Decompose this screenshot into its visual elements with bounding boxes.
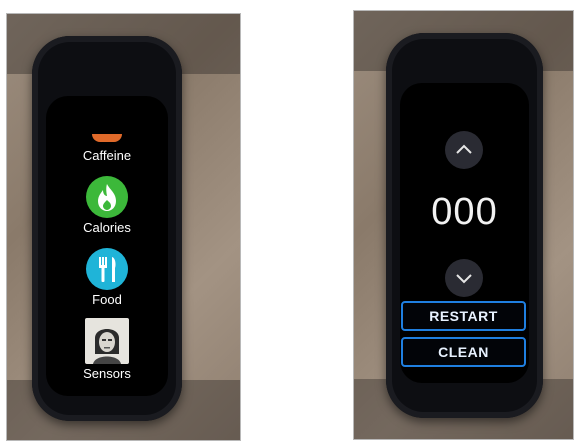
app-label-food: Food [92, 292, 122, 307]
restart-button[interactable]: RESTART [401, 301, 526, 331]
app-item-food[interactable]: Food [46, 248, 168, 308]
app-item-sensors[interactable]: Sensors [46, 318, 168, 382]
clean-button[interactable]: CLEAN [401, 337, 526, 367]
right-watch-body: 000 RESTART CLEAN [386, 33, 543, 418]
decrement-button[interactable] [445, 259, 483, 297]
fork-knife-icon [86, 248, 128, 290]
left-watch-body: Caffeine Calories Food Sensors [32, 36, 182, 421]
counter-value: 000 [431, 191, 498, 233]
chevron-down-icon [456, 274, 472, 284]
app-label-calories: Calories [83, 220, 131, 235]
increment-button[interactable] [445, 131, 483, 169]
sensors-portrait-icon [85, 318, 129, 364]
app-item-calories[interactable]: Calories [46, 176, 168, 236]
app-item-caffeine[interactable]: Caffeine [46, 134, 168, 164]
app-label-caffeine: Caffeine [82, 148, 132, 163]
chevron-up-icon [456, 144, 472, 154]
left-watch-photo: Caffeine Calories Food Sensors [6, 13, 241, 441]
counter-screen: 000 RESTART CLEAN [400, 83, 529, 383]
app-list-screen: Caffeine Calories Food Sensors [46, 96, 168, 396]
app-label-sensors: Sensors [83, 366, 131, 381]
flame-icon [86, 176, 128, 218]
caffeine-icon [92, 134, 122, 142]
right-watch-photo: 000 RESTART CLEAN [353, 10, 574, 440]
